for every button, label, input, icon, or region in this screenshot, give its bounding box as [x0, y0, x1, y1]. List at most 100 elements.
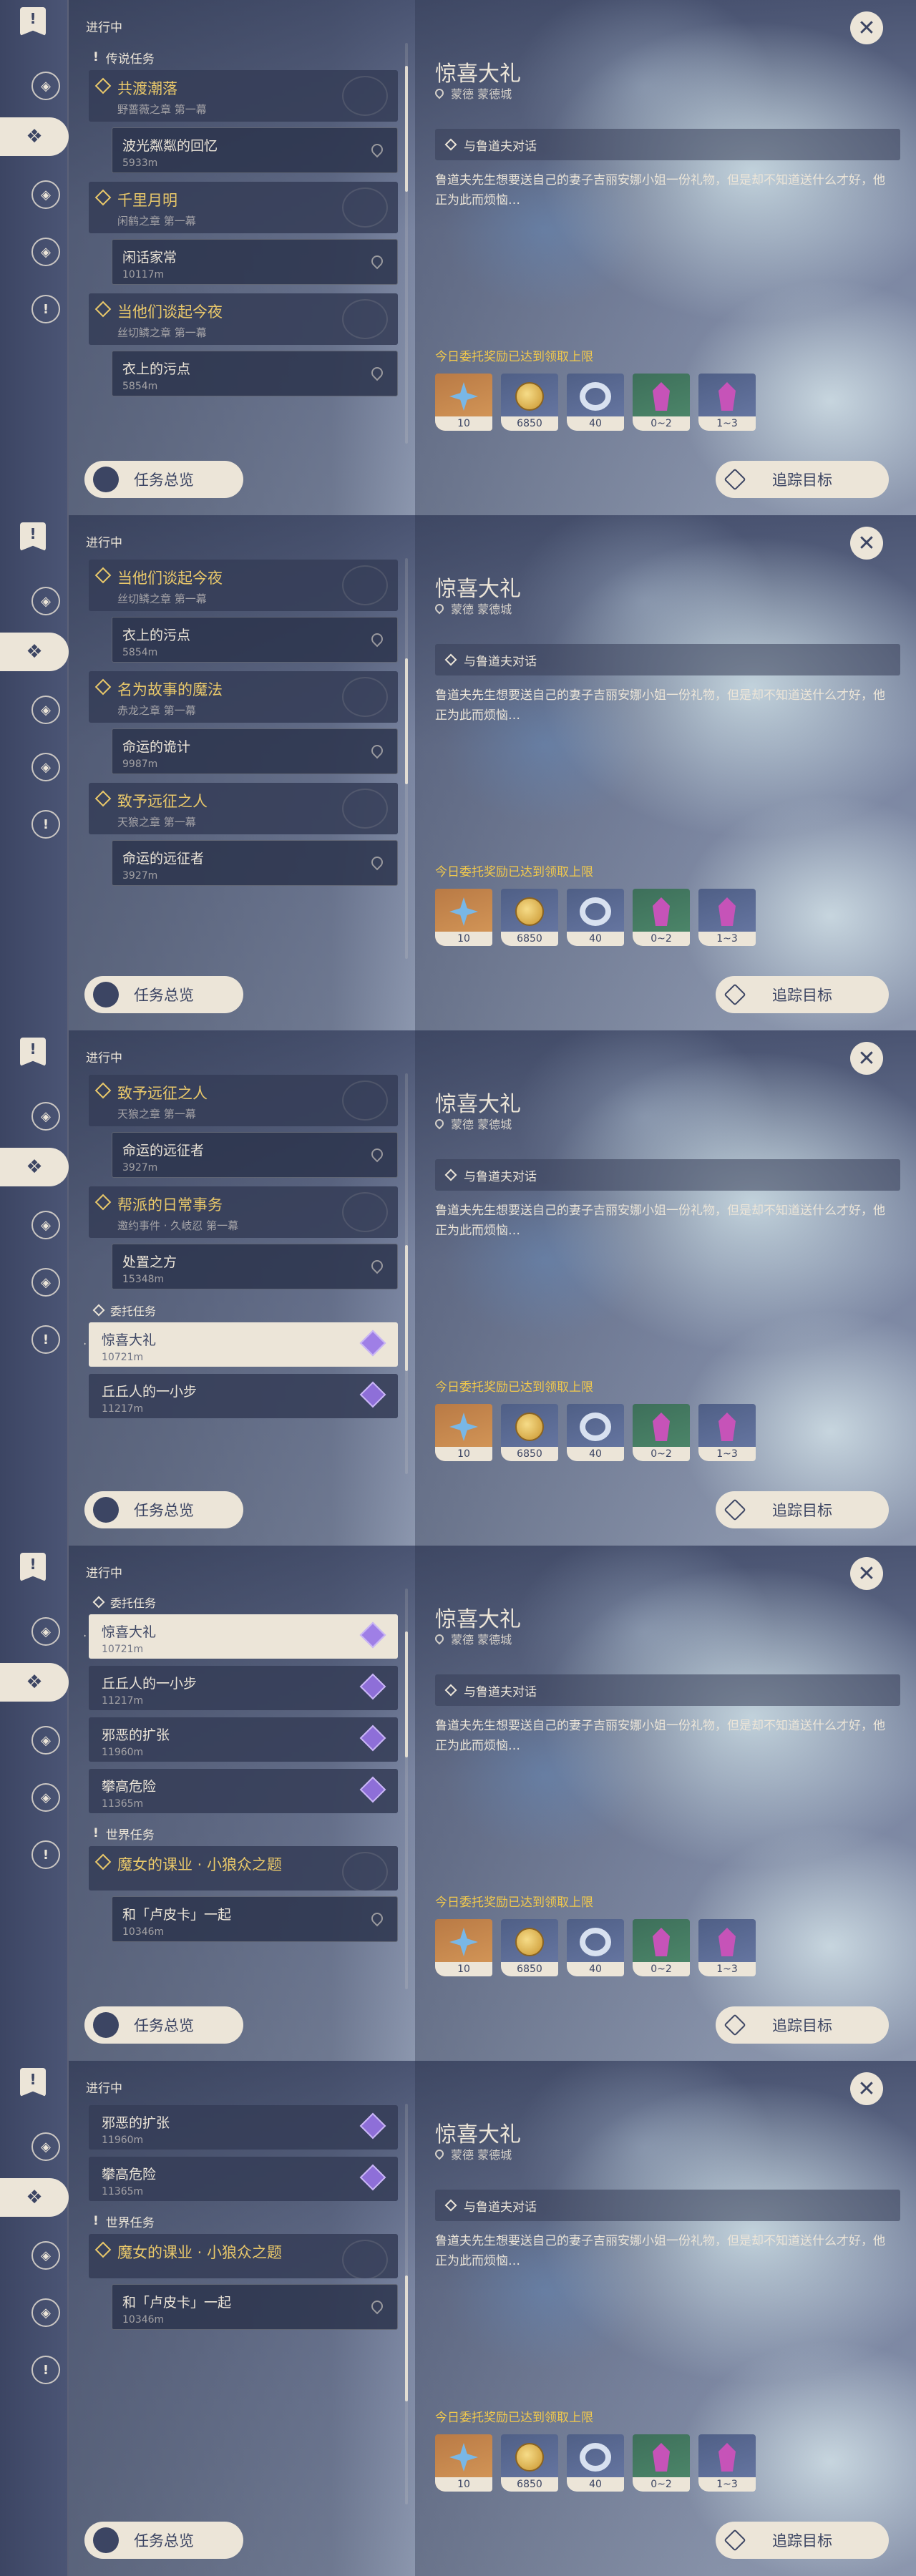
sidebar-item-story-quest[interactable]: ◈ [29, 1780, 63, 1815]
quest-header[interactable]: 帮派的日常事务 邀约事件 · 久岐忍 第一幕 [89, 1186, 398, 1238]
sub-quest-item[interactable]: 和「卢皮卡」一起 10346m [112, 1896, 398, 1942]
reward-item[interactable]: 1~3 [698, 374, 756, 431]
commission-item[interactable]: 邪恶的扩张 11960m [89, 2105, 398, 2150]
sidebar-item-world-quest[interactable]: ! [29, 807, 63, 841]
quest-header[interactable]: 魔女的课业 · 小狼众之题 [89, 1846, 398, 1890]
sidebar-item-story-quest[interactable]: ◈ [29, 750, 63, 784]
sidebar-item-archon-quest[interactable]: ◈ [29, 2238, 63, 2273]
reward-item[interactable]: 10 [435, 889, 492, 946]
track-target-button[interactable]: 追踪目标 [716, 461, 889, 498]
reward-item[interactable]: 40 [567, 1404, 624, 1461]
sub-quest-item[interactable]: 衣上的污点 5854m [112, 617, 398, 663]
reward-item[interactable]: 6850 [501, 1919, 558, 1976]
sub-quest-item[interactable]: 命运的诡计 9987m [112, 728, 398, 774]
reward-item[interactable]: 0~2 [633, 1919, 690, 1976]
detail-objective: 与鲁道夫对话 [435, 1159, 900, 1191]
sidebar-item-daily-commission[interactable]: ❖ [0, 1148, 69, 1186]
quest-overview-button[interactable]: 任务总览 [84, 2522, 243, 2559]
sidebar-item-daily-commission[interactable]: ❖ [0, 1663, 69, 1702]
reward-item[interactable]: 40 [567, 1919, 624, 1976]
sidebar-item-legend-quest[interactable]: ◈ [29, 2129, 63, 2164]
reward-item[interactable]: 40 [567, 2434, 624, 2492]
reward-item[interactable]: 10 [435, 1919, 492, 1976]
close-button[interactable]: ✕ [850, 1557, 883, 1590]
reward-item[interactable]: 6850 [501, 1404, 558, 1461]
quest-header[interactable]: 当他们谈起今夜 丝切鳞之章 第一幕 [89, 293, 398, 345]
sidebar-item-story-quest[interactable]: ◈ [29, 2296, 63, 2330]
sidebar-item-world-quest[interactable]: ! [29, 1838, 63, 1872]
sidebar-item-archon-quest[interactable]: ◈ [29, 1723, 63, 1757]
quest-overview-button[interactable]: 任务总览 [84, 976, 243, 1013]
quest-header[interactable]: 共渡潮落 野蔷薇之章 第一幕 [89, 70, 398, 122]
list-scrollbar[interactable] [405, 1631, 408, 1757]
commission-item[interactable]: 惊喜大礼 10721m [84, 1322, 398, 1367]
sidebar-item-legend-quest[interactable]: ◈ [29, 69, 63, 103]
commission-item[interactable]: 丘丘人的一小步 11217m [89, 1374, 398, 1418]
reward-item[interactable]: 6850 [501, 2434, 558, 2492]
quest-header[interactable]: 千里月明 闲鹤之章 第一幕 [89, 182, 398, 233]
quest-header[interactable]: 致予远征之人 天狼之章 第一幕 [89, 783, 398, 834]
sidebar-item-story-quest[interactable]: ◈ [29, 1265, 63, 1299]
sidebar-item-daily-commission[interactable]: ❖ [0, 2178, 69, 2217]
sub-quest-item[interactable]: 处置之方 15348m [112, 1244, 398, 1289]
sub-quest-item[interactable]: 和「卢皮卡」一起 10346m [112, 2284, 398, 2330]
commission-item[interactable]: 攀高危险 11365m [89, 2157, 398, 2201]
sidebar-item-daily-commission[interactable]: ❖ [0, 117, 69, 156]
sidebar-item-legend-quest[interactable]: ◈ [29, 584, 63, 618]
sub-quest-item[interactable]: 闲话家常 10117m [112, 239, 398, 285]
reward-item[interactable]: 10 [435, 2434, 492, 2492]
commission-item[interactable]: 惊喜大礼 10721m [84, 1614, 398, 1659]
commission-item[interactable]: 攀高危险 11365m [89, 1769, 398, 1813]
list-scrollbar[interactable] [405, 1245, 408, 1371]
sub-quest-item[interactable]: 命运的远征者 3927m [112, 1132, 398, 1178]
sub-quest-item[interactable]: 衣上的污点 5854m [112, 351, 398, 396]
close-button[interactable]: ✕ [850, 2072, 883, 2105]
sidebar-item-world-quest[interactable]: ! [29, 1322, 63, 1357]
list-scrollbar[interactable] [405, 658, 408, 784]
track-target-button[interactable]: 追踪目标 [716, 976, 889, 1013]
reward-item[interactable]: 40 [567, 889, 624, 946]
reward-item[interactable]: 6850 [501, 374, 558, 431]
quest-overview-button[interactable]: 任务总览 [84, 461, 243, 498]
quest-header[interactable]: 名为故事的魔法 赤龙之章 第一幕 [89, 671, 398, 723]
sidebar-item-archon-quest[interactable]: ◈ [29, 177, 63, 212]
reward-item[interactable]: 0~2 [633, 2434, 690, 2492]
reward-item[interactable]: 1~3 [698, 889, 756, 946]
sub-quest-item[interactable]: 命运的远征者 3927m [112, 840, 398, 886]
track-target-button[interactable]: 追踪目标 [716, 2522, 889, 2559]
close-button[interactable]: ✕ [850, 1042, 883, 1075]
sub-quest-item[interactable]: 波光粼粼的回忆 5933m [112, 127, 398, 173]
quest-overview-button[interactable]: 任务总览 [84, 2006, 243, 2044]
reward-item[interactable]: 6850 [501, 889, 558, 946]
track-target-button[interactable]: 追踪目标 [716, 2006, 889, 2044]
reward-item[interactable]: 0~2 [633, 889, 690, 946]
sidebar-item-world-quest[interactable]: ! [29, 2353, 63, 2387]
sidebar-item-legend-quest[interactable]: ◈ [29, 1614, 63, 1649]
reward-item[interactable]: 10 [435, 374, 492, 431]
sidebar-item-world-quest[interactable]: ! [29, 292, 63, 326]
reward-item[interactable]: 0~2 [633, 374, 690, 431]
commission-item[interactable]: 丘丘人的一小步 11217m [89, 1666, 398, 1710]
quest-overview-button[interactable]: 任务总览 [84, 1491, 243, 1528]
reward-item[interactable]: 1~3 [698, 1919, 756, 1976]
quest-header[interactable]: 致予远征之人 天狼之章 第一幕 [89, 1075, 398, 1126]
reward-item[interactable]: 10 [435, 1404, 492, 1461]
commission-item[interactable]: 邪恶的扩张 11960m [89, 1717, 398, 1762]
close-button[interactable]: ✕ [850, 11, 883, 44]
reward-item[interactable]: 1~3 [698, 2434, 756, 2492]
sidebar-item-archon-quest[interactable]: ◈ [29, 1208, 63, 1242]
close-icon: ✕ [857, 530, 876, 556]
track-target-button[interactable]: 追踪目标 [716, 1491, 889, 1528]
reward-item[interactable]: 0~2 [633, 1404, 690, 1461]
quest-header[interactable]: 魔女的课业 · 小狼众之题 [89, 2234, 398, 2278]
list-scrollbar[interactable] [405, 66, 408, 192]
close-button[interactable]: ✕ [850, 527, 883, 560]
quest-header[interactable]: 当他们谈起今夜 丝切鳞之章 第一幕 [89, 560, 398, 611]
sidebar-item-archon-quest[interactable]: ◈ [29, 693, 63, 727]
reward-item[interactable]: 1~3 [698, 1404, 756, 1461]
sidebar-item-daily-commission[interactable]: ❖ [0, 633, 69, 671]
sidebar-item-story-quest[interactable]: ◈ [29, 235, 63, 269]
list-scrollbar[interactable] [405, 2275, 408, 2401]
sidebar-item-legend-quest[interactable]: ◈ [29, 1099, 63, 1133]
reward-item[interactable]: 40 [567, 374, 624, 431]
